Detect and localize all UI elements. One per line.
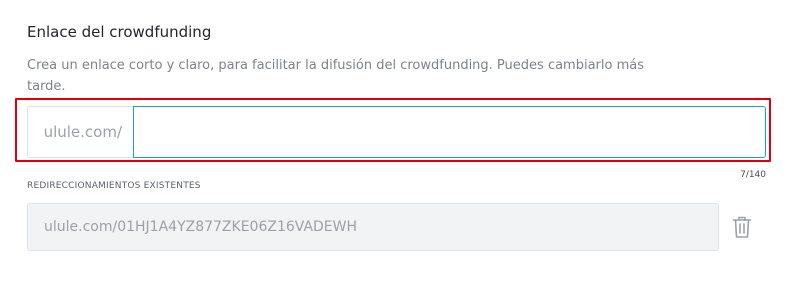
existing-redirect-url-field: ulule.com/01HJ1A4YZ877ZKE06Z16VADEWH <box>27 203 719 251</box>
short-url-input[interactable] <box>133 106 766 158</box>
delete-redirect-button[interactable] <box>729 213 755 241</box>
section-title: Enlace del crowdfunding <box>27 23 212 41</box>
short-url-field-group: ulule.com/ <box>27 106 766 158</box>
section-description: Crea un enlace corto y claro, para facil… <box>27 58 644 94</box>
url-prefix-label: ulule.com/ <box>27 106 133 158</box>
existing-redirects-label: REDIRECCIONAMIENTOS EXISTENTES <box>27 181 201 191</box>
character-counter: 7/140 <box>740 170 766 180</box>
trash-icon <box>732 216 752 238</box>
